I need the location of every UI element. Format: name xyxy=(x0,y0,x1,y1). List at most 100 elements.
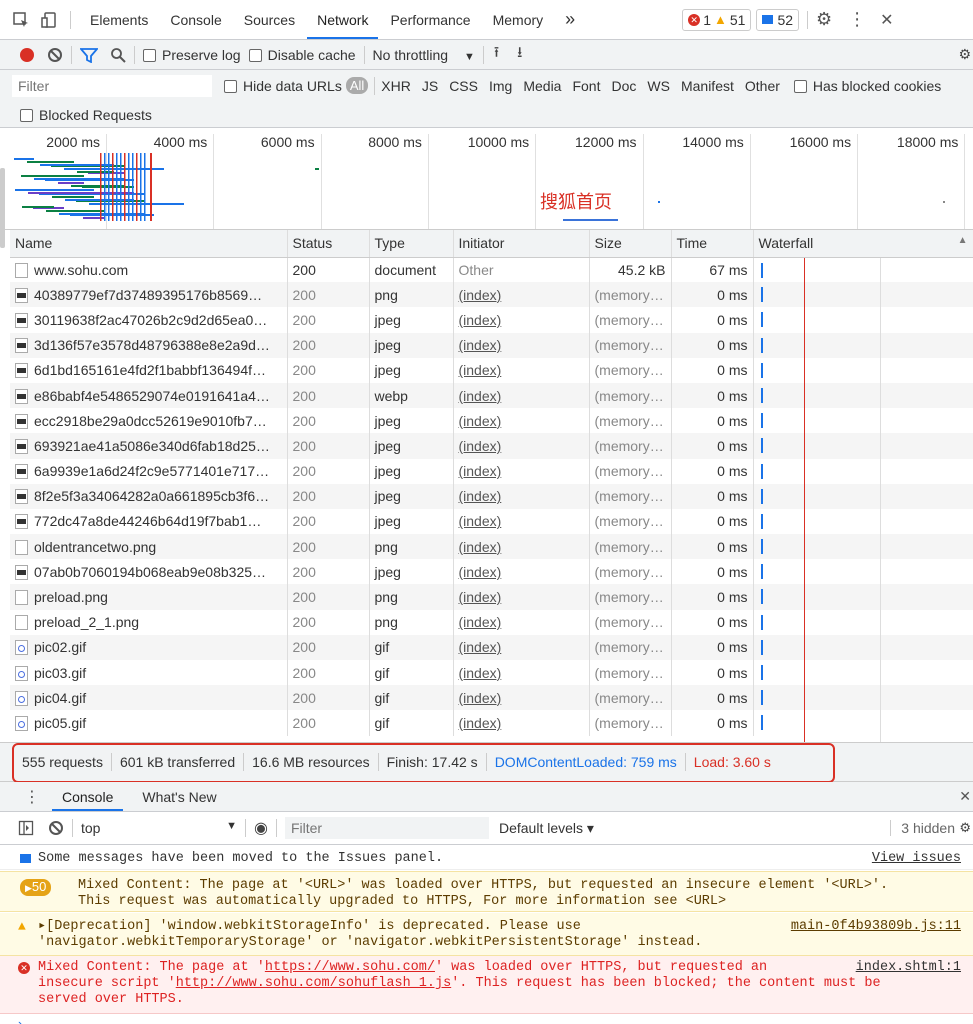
table-row[interactable]: 07ab0b7060194b068eab9e08b325… 200 jpeg (ind… xyxy=(10,559,973,585)
cell-initiator[interactable]: (index) xyxy=(453,332,590,358)
table-row[interactable]: 8f2e5f3a34064282a0a661895cb3f6… 200 jpeg (i… xyxy=(10,483,973,509)
source-link[interactable]: main-0f4b93809b.js:11 xyxy=(791,919,961,935)
gutter-handle[interactable] xyxy=(0,168,5,248)
sidebar-toggle-icon[interactable] xyxy=(18,820,34,836)
tab-elements[interactable]: Elements xyxy=(90,0,148,39)
table-row[interactable]: preload.png 200 png (index) (memory… 0 ms xyxy=(10,584,973,610)
tab-console[interactable]: Console xyxy=(170,0,221,39)
checkbox-box[interactable] xyxy=(248,48,262,62)
table-row[interactable]: pic02.gif 200 gif (index) (memory… 0 ms xyxy=(10,634,973,660)
table-row[interactable]: 6d1bd165161e4fd2f1babbf136494f… 200 jpeg (i… xyxy=(10,357,973,383)
type-filter-all[interactable]: All xyxy=(345,77,369,94)
console-message-warning-group[interactable]: ▶50 Mixed Content: The page at '<URL>' w… xyxy=(0,871,973,912)
filter-icon[interactable] xyxy=(80,47,98,63)
type-filter-css[interactable]: CSS xyxy=(449,78,478,94)
cell-initiator[interactable]: (index) xyxy=(453,685,590,711)
cell-initiator[interactable]: (index) xyxy=(453,408,590,434)
console-filter-input[interactable] xyxy=(284,817,489,839)
console-settings-icon[interactable]: ⚙ xyxy=(959,820,971,836)
cell-initiator[interactable]: (index) xyxy=(453,483,590,509)
checkbox-box[interactable] xyxy=(224,79,237,93)
preserve-log-checkbox[interactable]: Preserve log xyxy=(143,47,241,63)
record-icon[interactable] xyxy=(20,47,34,62)
cell-initiator[interactable]: (index) xyxy=(453,660,590,686)
type-filter-js[interactable]: JS xyxy=(422,78,438,94)
cell-initiator[interactable]: (index) xyxy=(453,357,590,383)
device-toolbar-icon[interactable] xyxy=(40,11,58,29)
table-row[interactable]: ecc2918be29a0dcc52619e9010fb7… 200 jpeg (in… xyxy=(10,408,973,434)
cell-initiator[interactable]: (index) xyxy=(453,282,590,308)
cell-initiator[interactable]: (index) xyxy=(453,559,590,585)
cell-initiator[interactable]: (index) xyxy=(453,609,590,635)
column-type[interactable]: Type xyxy=(369,230,454,258)
clear-icon[interactable] xyxy=(47,47,63,63)
eye-icon[interactable]: ◉ xyxy=(254,818,268,838)
close-icon[interactable]: ✕ xyxy=(880,10,893,30)
table-row[interactable]: pic05.gif 200 gif (index) (memory… 0 ms xyxy=(10,710,973,736)
more-tabs-button[interactable]: » xyxy=(565,0,575,39)
table-row[interactable]: 6a9939e1a6d24f2c9e5771401e717… 200 jpeg (in… xyxy=(10,458,973,484)
overview-timeline[interactable]: 2000 ms 4000 ms 6000 ms 8000 ms 10000 ms 1200… xyxy=(0,128,973,230)
source-link[interactable]: index.shtml:1 xyxy=(856,960,961,976)
issue-counters[interactable]: ✕ 1 ▲ 51 xyxy=(682,8,752,31)
table-row[interactable]: e86babf4e5486529074e0191641a4… 200 webp (in… xyxy=(10,382,973,409)
has-blocked-cookies-checkbox[interactable]: Has blocked cookies xyxy=(793,78,941,94)
table-row[interactable]: 3d136f57e3578d48796388e8e2a9d… 200 jpeg (in… xyxy=(10,332,973,358)
import-har-icon[interactable]: ⭱ xyxy=(494,42,499,67)
filter-input[interactable] xyxy=(12,74,212,97)
drawer-tab-console[interactable]: Console xyxy=(51,782,124,811)
gear-icon[interactable]: ⚙ xyxy=(816,9,832,30)
context-select[interactable]: top ▼ xyxy=(81,820,237,836)
log-levels-select[interactable]: Default levels ▾ xyxy=(499,820,594,837)
table-row[interactable]: www.sohu.com 200 document Other 45.2 kB 67 ms xyxy=(10,257,973,283)
type-filter-doc[interactable]: Doc xyxy=(611,78,636,94)
console-prompt[interactable]: › xyxy=(18,1016,22,1024)
type-filter-font[interactable]: Font xyxy=(572,78,600,94)
blocked-requests-checkbox[interactable]: Blocked Requests xyxy=(20,107,152,123)
table-row[interactable]: pic03.gif 200 gif (index) (memory… 0 ms xyxy=(10,660,973,686)
cell-initiator[interactable]: (index) xyxy=(453,584,590,610)
view-issues-link[interactable]: View issues xyxy=(872,851,961,867)
checkbox-box[interactable] xyxy=(143,48,156,62)
column-time[interactable]: Time xyxy=(671,230,754,258)
table-row[interactable]: 30119638f2ac47026b2c9d2d65ea0… 200 jpeg (in… xyxy=(10,307,973,333)
search-icon[interactable] xyxy=(110,47,126,63)
inspect-icon[interactable] xyxy=(12,11,30,29)
cell-initiator[interactable]: (index) xyxy=(453,433,590,459)
cell-initiator[interactable]: (index) xyxy=(453,458,590,484)
type-filter-xhr[interactable]: XHR xyxy=(381,78,411,94)
network-settings-icon[interactable]: ⚙ xyxy=(958,46,971,63)
tab-memory[interactable]: Memory xyxy=(493,0,544,39)
disable-cache-checkbox[interactable]: Disable cache xyxy=(248,47,356,63)
column-name[interactable]: Name xyxy=(10,230,288,258)
table-row[interactable]: pic04.gif 200 gif (index) (memory… 0 ms xyxy=(10,685,973,711)
table-row[interactable]: 693921ae41a5086e340d6fab18d25… 200 jpeg (in… xyxy=(10,433,973,459)
cell-initiator[interactable]: (index) xyxy=(453,508,590,535)
cell-initiator[interactable]: (index) xyxy=(453,382,590,409)
export-har-icon[interactable]: ⭳ xyxy=(517,42,522,67)
clear-console-icon[interactable] xyxy=(48,820,64,836)
column-status[interactable]: Status xyxy=(287,230,370,258)
error-url-link[interactable]: https://www.sohu.com/ xyxy=(265,960,435,975)
drawer-tab-whats-new[interactable]: What's New xyxy=(142,782,216,811)
type-filter-manifest[interactable]: Manifest xyxy=(681,78,734,94)
cell-initiator[interactable]: (index) xyxy=(453,307,590,333)
tab-performance[interactable]: Performance xyxy=(390,0,470,39)
column-initiator[interactable]: Initiator xyxy=(453,230,590,258)
checkbox-box[interactable] xyxy=(793,79,807,93)
kebab-menu-icon[interactable]: ⋮ xyxy=(848,9,866,30)
error-url-link[interactable]: http://www.sohu.com/sohuflash_1.js xyxy=(176,976,451,991)
info-counter[interactable]: 52 xyxy=(756,8,800,31)
cell-initiator[interactable]: (index) xyxy=(453,710,590,736)
cell-initiator[interactable]: (index) xyxy=(453,634,590,660)
column-waterfall[interactable]: Waterfall ▲ xyxy=(753,230,973,258)
type-filter-other[interactable]: Other xyxy=(745,78,780,94)
hide-data-urls-checkbox[interactable]: Hide data URLs xyxy=(224,78,342,94)
drawer-close-icon[interactable]: ✕ xyxy=(959,788,971,805)
type-filter-ws[interactable]: WS xyxy=(647,78,670,94)
cell-initiator[interactable]: (index) xyxy=(453,534,590,560)
drawer-menu-icon[interactable]: ⋮ xyxy=(24,787,40,807)
tab-network[interactable]: Network xyxy=(307,0,379,39)
table-row[interactable]: preload_2_1.png 200 png (index) (memory… 0 ms xyxy=(10,609,973,635)
table-row[interactable]: 772dc47a8de44246b64d19f7bab1… 200 jpeg (ind… xyxy=(10,508,973,535)
